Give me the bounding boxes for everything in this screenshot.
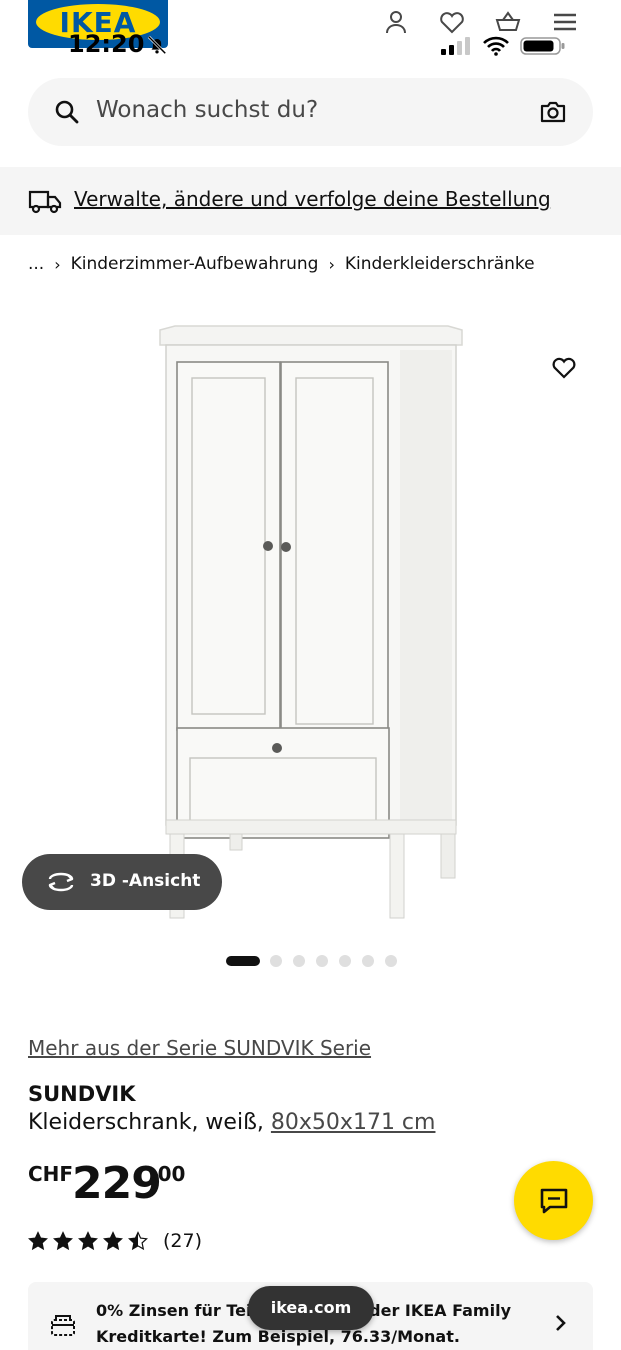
pagination-dot[interactable] <box>293 955 305 967</box>
star-icon <box>78 1231 98 1251</box>
search-input[interactable]: Wonach suchst du? <box>96 97 318 123</box>
chevron-right-icon: › <box>328 254 335 274</box>
profile-icon[interactable] <box>382 8 410 36</box>
status-time: 12:20 <box>68 30 145 58</box>
breadcrumb: ... › Kinderzimmer-Aufbewahrung › Kinder… <box>28 254 535 274</box>
product-rating[interactable]: (27) <box>28 1230 202 1252</box>
product-image[interactable] <box>0 300 621 940</box>
chevron-right-icon <box>556 1315 566 1331</box>
menu-icon[interactable] <box>551 8 579 36</box>
heart-icon[interactable] <box>438 8 466 36</box>
review-count: (27) <box>163 1230 203 1252</box>
pagination-dot[interactable] <box>226 956 260 966</box>
search-icon <box>55 100 79 124</box>
product-dimensions-link[interactable]: 80x50x171 cm <box>271 1110 436 1135</box>
chevron-right-icon: › <box>54 254 61 274</box>
view-3d-label: 3D -Ansicht <box>90 871 201 891</box>
gallery-pagination <box>226 955 408 967</box>
chat-button[interactable] <box>514 1161 593 1240</box>
view-3d-button[interactable]: 3D -Ansicht <box>22 854 222 910</box>
header: IKEA 12:20 <box>0 0 621 62</box>
add-to-favourites-button[interactable] <box>539 342 589 392</box>
pagination-dot[interactable] <box>339 955 351 967</box>
credit-card-icon <box>51 1315 75 1336</box>
manage-order-link[interactable]: Verwalte, ändere und verfolge deine Best… <box>74 187 551 211</box>
camera-icon[interactable] <box>539 98 567 126</box>
star-icon <box>53 1231 73 1251</box>
product-name: SUNDVIK <box>28 1082 136 1106</box>
price-integer: 229 <box>72 1158 162 1209</box>
wifi-icon <box>483 36 509 56</box>
pagination-dot[interactable] <box>385 955 397 967</box>
cellular-signal-icon <box>441 37 470 55</box>
breadcrumb-ellipsis[interactable]: ... <box>28 254 44 274</box>
star-icon <box>103 1231 123 1251</box>
breadcrumb-item[interactable]: Kinderkleiderschränke <box>345 254 535 274</box>
order-banner[interactable]: Verwalte, ändere und verfolge deine Best… <box>0 167 621 235</box>
pagination-dot[interactable] <box>270 955 282 967</box>
price-currency: CHF <box>28 1162 74 1186</box>
price-decimal: .00 <box>150 1162 186 1186</box>
cart-icon[interactable] <box>494 8 522 36</box>
rating-stars <box>28 1231 153 1251</box>
pagination-dot[interactable] <box>362 955 374 967</box>
product-description: Kleiderschrank, weiß, 80x50x171 cm <box>28 1110 435 1135</box>
bell-off-icon <box>147 35 167 55</box>
browser-url-pill[interactable]: ikea.com <box>248 1286 374 1330</box>
search-bar[interactable]: Wonach suchst du? <box>28 78 593 146</box>
rotate-3d-icon <box>48 872 74 892</box>
chat-icon <box>540 1188 568 1214</box>
breadcrumb-item[interactable]: Kinderzimmer-Aufbewahrung <box>71 254 319 274</box>
heart-icon <box>552 357 576 379</box>
star-icon <box>28 1231 48 1251</box>
truck-icon <box>28 190 62 214</box>
star-icon <box>128 1231 148 1251</box>
series-link[interactable]: Mehr aus der Serie SUNDVIK Serie <box>28 1036 371 1060</box>
pagination-dot[interactable] <box>316 955 328 967</box>
battery-icon <box>520 37 565 55</box>
product-type: Kleiderschrank, weiß, <box>28 1110 264 1135</box>
